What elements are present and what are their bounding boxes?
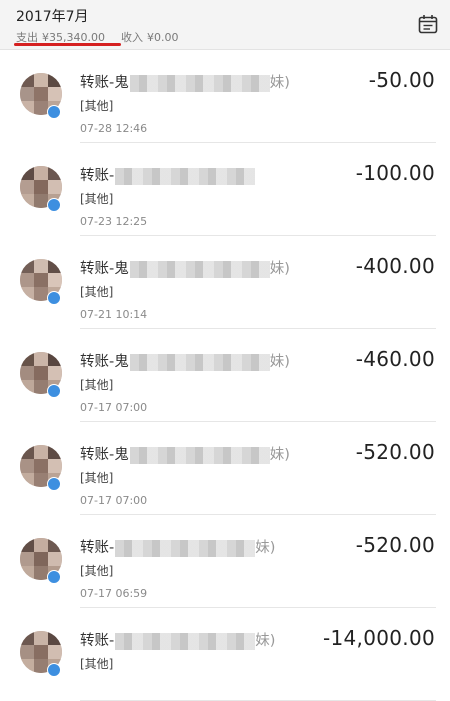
transaction-title: 转账-鬼 妹) [80, 74, 290, 92]
transaction-amount: -520.00 [355, 533, 435, 557]
income-amount: ¥0.00 [146, 31, 179, 44]
transaction-amount: -100.00 [355, 161, 435, 185]
verified-badge-icon [47, 384, 61, 398]
month-selector[interactable]: 2017年7月 [16, 6, 89, 26]
transaction-row[interactable]: 转账-鬼 妹) [其他] 07-21 10:14 -400.00 [0, 236, 450, 329]
verified-badge-icon [47, 570, 61, 584]
transaction-category: [其他] [80, 378, 114, 392]
transaction-amount: -400.00 [355, 254, 435, 278]
transaction-category: [其他] [80, 192, 114, 206]
verified-badge-icon [47, 477, 61, 491]
transaction-amount: -460.00 [355, 347, 435, 371]
transaction-title: 转账- 妹) [80, 539, 276, 557]
verified-badge-icon [47, 105, 61, 119]
transaction-row[interactable]: 转账- [其他] 07-23 12:25 -100.00 [0, 143, 450, 236]
transaction-row[interactable]: 转账- 妹) [其他] 07-17 06:59 -520.00 [0, 515, 450, 608]
redacted-name [129, 74, 270, 92]
transaction-category: [其他] [80, 471, 114, 485]
transaction-category: [其他] [80, 564, 114, 578]
transaction-amount: -14,000.00 [322, 626, 435, 650]
transaction-category: [其他] [80, 99, 114, 113]
transaction-title: 转账- 妹) [80, 632, 276, 650]
transaction-time: 07-17 06:59 [80, 587, 148, 600]
transaction-time: 07-17 07:00 [80, 494, 148, 507]
transaction-time: 07-23 12:25 [80, 215, 148, 228]
transaction-amount: -520.00 [355, 440, 435, 464]
transaction-row[interactable]: 转账-鬼 妹) [其他] 07-17 07:00 -520.00 [0, 422, 450, 515]
transaction-title: 转账-鬼 妹) [80, 260, 290, 278]
verified-badge-icon [47, 198, 61, 212]
transaction-row[interactable]: 转账-鬼 妹) [其他] 07-28 12:46 -50.00 [0, 50, 450, 143]
transaction-time: 07-17 07:00 [80, 401, 148, 414]
income-label: 收入 [120, 31, 143, 44]
transaction-row[interactable]: 转账- 妹) [其他] -14,000.00 [0, 608, 450, 701]
transaction-title: 转账-鬼 妹) [80, 446, 290, 464]
transaction-title: 转账-鬼 妹) [80, 353, 290, 371]
transaction-amount: -50.00 [368, 68, 435, 92]
verified-badge-icon [47, 291, 61, 305]
transaction-row[interactable]: 转账-鬼 妹) [其他] 07-17 07:00 -460.00 [0, 329, 450, 422]
redacted-name [129, 446, 270, 464]
transaction-time: 07-28 12:46 [80, 122, 148, 135]
transaction-category: [其他] [80, 657, 114, 671]
expense-underline-annotation [14, 43, 121, 46]
transaction-category: [其他] [80, 285, 114, 299]
transaction-time: 07-21 10:14 [80, 308, 148, 321]
header-bar: 2017年7月 支出 ¥35,340.00 收入 ¥0.00 [0, 0, 450, 50]
redacted-name [129, 353, 270, 371]
redacted-name [115, 167, 256, 185]
calendar-icon[interactable] [417, 13, 439, 35]
transaction-title: 转账- [80, 164, 256, 185]
redacted-name [115, 632, 256, 650]
redacted-name [115, 539, 256, 557]
transaction-list: 转账-鬼 妹) [其他] 07-28 12:46 -50.00 转账- [其他] … [0, 50, 450, 701]
redacted-name [129, 260, 270, 278]
